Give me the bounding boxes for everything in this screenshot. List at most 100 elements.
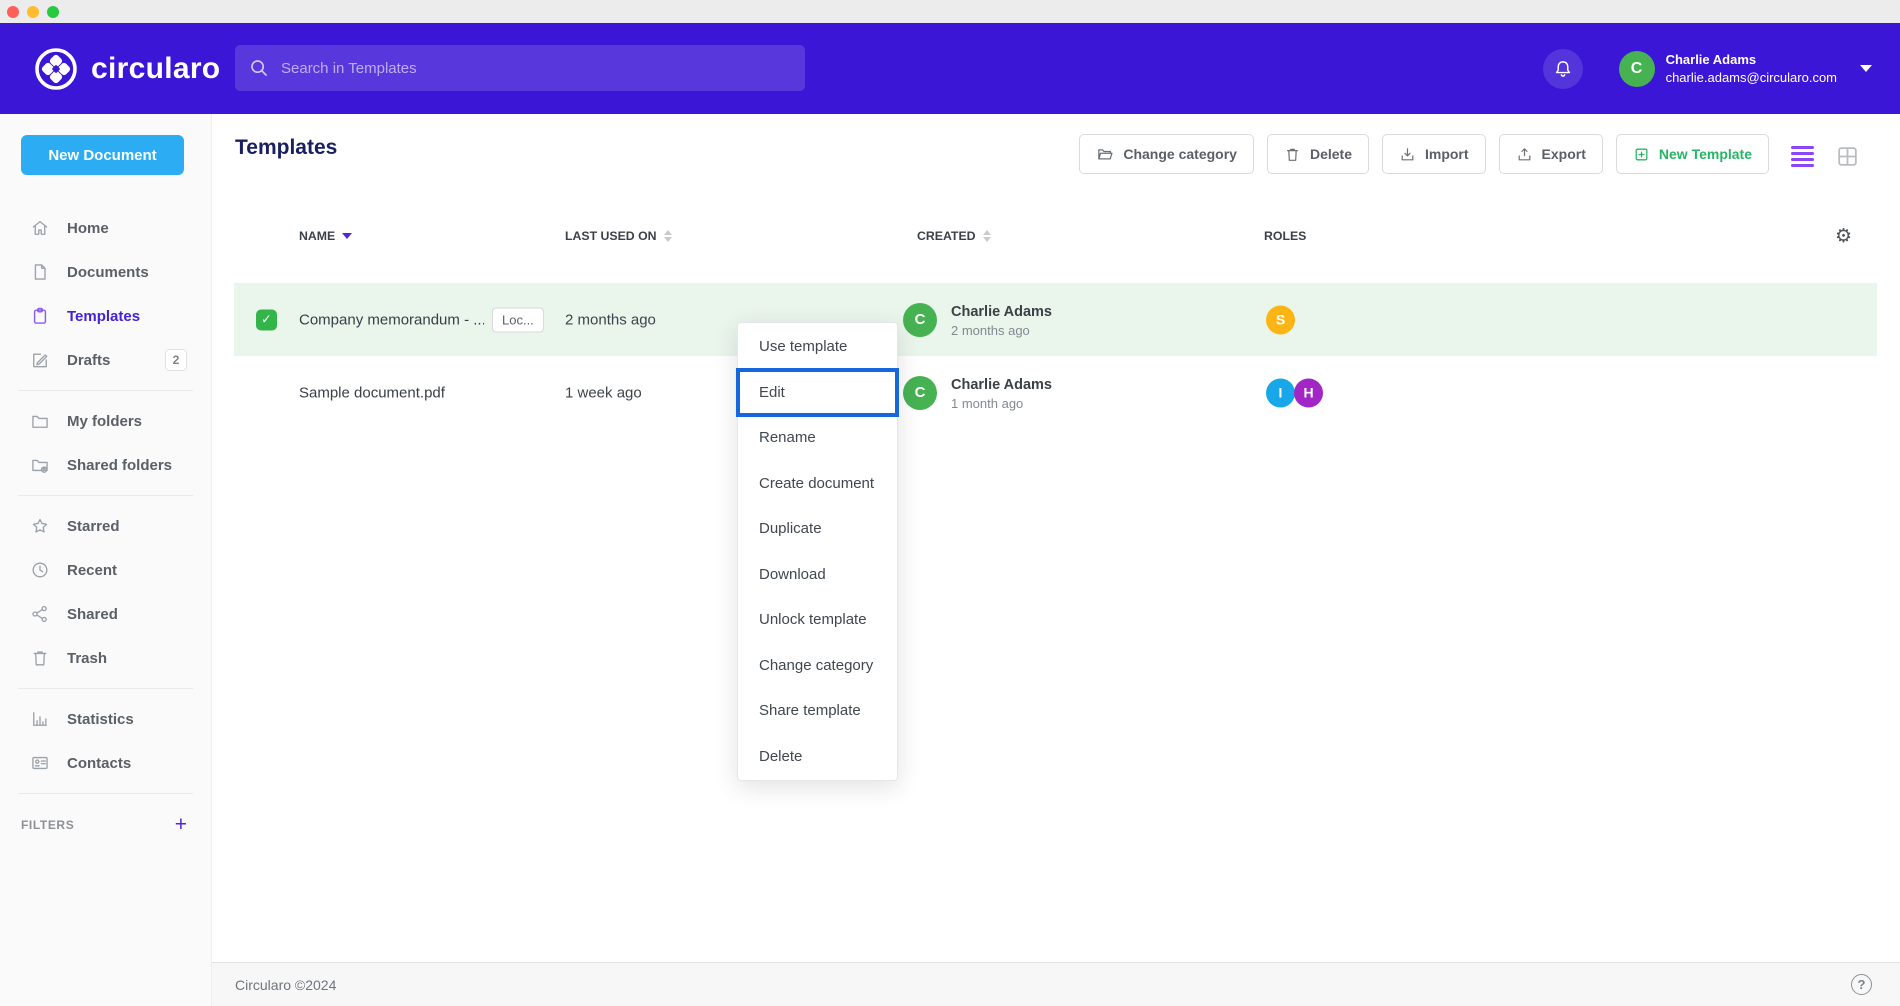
trash-icon <box>1284 146 1301 163</box>
list-view-icon[interactable] <box>1791 146 1814 168</box>
minimize-window-icon[interactable] <box>27 6 39 18</box>
sidebar-divider <box>18 688 193 689</box>
role-badge[interactable]: S <box>1266 305 1295 334</box>
app-header: circularo C Charlie Adams charlie.adams@… <box>0 23 1900 114</box>
template-name[interactable]: Company memorandum - ... <box>299 311 484 328</box>
menu-item-edit[interactable]: Edit <box>738 370 897 416</box>
locked-badge: Loc... <box>492 307 544 332</box>
menu-item-duplicate[interactable]: Duplicate <box>738 506 897 552</box>
created-cell: C Charlie Adams 1 month ago <box>903 374 1052 410</box>
close-window-icon[interactable] <box>7 6 19 18</box>
column-header-last-used[interactable]: LAST USED ON <box>565 229 672 243</box>
page-title: Templates <box>235 136 337 160</box>
filters-section: FILTERS + <box>0 802 211 835</box>
row-checkbox-checked[interactable]: ✓ <box>256 309 277 330</box>
toolbar: Change category Delete Import Export <box>1079 134 1769 174</box>
sidebar-item-label: Starred <box>67 518 120 535</box>
sidebar-item-label: Drafts <box>67 352 110 369</box>
sort-icon <box>983 230 991 242</box>
sidebar-item-label: Shared <box>67 606 118 623</box>
menu-item-unlock-template[interactable]: Unlock template <box>738 597 897 643</box>
grid-view-icon[interactable] <box>1835 144 1860 169</box>
context-menu: Use template Edit Rename Create document… <box>737 322 898 781</box>
template-name[interactable]: Sample document.pdf <box>299 384 445 401</box>
sidebar-item-drafts[interactable]: Drafts 2 <box>0 338 211 382</box>
table-row[interactable]: Sample document.pdf 1 week ago C Charlie… <box>234 356 1877 429</box>
sidebar-item-starred[interactable]: Starred <box>0 504 211 548</box>
sidebar-item-recent[interactable]: Recent <box>0 548 211 592</box>
column-header-name[interactable]: NAME <box>299 229 352 243</box>
new-template-button[interactable]: New Template <box>1616 134 1769 174</box>
role-badge[interactable]: I <box>1266 378 1295 407</box>
sidebar-item-shared[interactable]: Shared <box>0 592 211 636</box>
menu-item-use-template[interactable]: Use template <box>738 324 897 370</box>
sidebar-item-label: Trash <box>67 650 107 667</box>
import-icon <box>1399 146 1416 163</box>
column-settings-gear-icon[interactable]: ⚙ <box>1835 225 1852 247</box>
sidebar-item-documents[interactable]: Documents <box>0 250 211 294</box>
sidebar-item-trash[interactable]: Trash <box>0 636 211 680</box>
created-cell: C Charlie Adams 2 months ago <box>903 301 1052 337</box>
search-icon <box>249 58 269 78</box>
search-bar[interactable] <box>235 45 805 91</box>
roles-cell: I H <box>1266 378 1322 407</box>
circularo-logo-icon <box>34 47 78 91</box>
zoom-window-icon[interactable] <box>47 6 59 18</box>
plus-square-icon <box>1633 146 1650 163</box>
menu-item-create-document[interactable]: Create document <box>738 461 897 507</box>
sidebar: New Document Home Documents Templates <box>0 114 212 1006</box>
creator-avatar: C <box>903 302 937 336</box>
column-header-created[interactable]: CREATED <box>917 229 991 243</box>
sort-icon <box>664 230 672 242</box>
table-row[interactable]: ✓ Company memorandum - ... Loc... 2 mont… <box>234 283 1877 356</box>
add-filter-icon[interactable]: + <box>175 814 187 835</box>
brand-name: circularo <box>91 52 220 86</box>
contact-card-icon <box>30 753 50 773</box>
menu-item-download[interactable]: Download <box>738 552 897 598</box>
menu-item-rename[interactable]: Rename <box>738 415 897 461</box>
last-used-value: 1 week ago <box>565 384 642 401</box>
menu-item-delete[interactable]: Delete <box>738 734 897 780</box>
sidebar-item-contacts[interactable]: Contacts <box>0 741 211 785</box>
created-time: 1 month ago <box>951 396 1052 411</box>
sidebar-item-label: Statistics <box>67 711 134 728</box>
menu-item-share-template[interactable]: Share template <box>738 688 897 734</box>
search-input[interactable] <box>281 60 791 77</box>
footer: Circularo ©2024 ? <box>212 962 1900 1006</box>
template-icon <box>30 306 50 326</box>
column-header-roles: ROLES <box>1264 229 1306 243</box>
sidebar-item-shared-folders[interactable]: Shared folders <box>0 443 211 487</box>
copyright-text: Circularo ©2024 <box>235 977 336 993</box>
brand-logo[interactable]: circularo <box>34 47 220 91</box>
shared-folder-icon <box>30 455 50 475</box>
role-badge[interactable]: H <box>1294 378 1323 407</box>
drafts-count-badge: 2 <box>165 349 187 371</box>
creator-name: Charlie Adams <box>951 374 1052 395</box>
sidebar-item-my-folders[interactable]: My folders <box>0 399 211 443</box>
notifications-button[interactable] <box>1543 49 1583 89</box>
sidebar-divider <box>18 390 193 391</box>
user-email: charlie.adams@circularo.com <box>1666 70 1837 86</box>
sidebar-item-label: Home <box>67 220 109 237</box>
import-button[interactable]: Import <box>1382 134 1486 174</box>
created-time: 2 months ago <box>951 323 1052 338</box>
export-button[interactable]: Export <box>1499 134 1603 174</box>
window-titlebar <box>0 0 1900 23</box>
sidebar-item-statistics[interactable]: Statistics <box>0 697 211 741</box>
menu-item-change-category[interactable]: Change category <box>738 643 897 689</box>
user-menu[interactable]: C Charlie Adams charlie.adams@circularo.… <box>1619 51 1872 87</box>
filters-label: FILTERS <box>21 818 74 832</box>
help-button[interactable]: ? <box>1851 974 1872 995</box>
sidebar-item-label: Recent <box>67 562 117 579</box>
clock-icon <box>30 560 50 580</box>
delete-button[interactable]: Delete <box>1267 134 1369 174</box>
main-content: Templates Change category Delete Import <box>212 114 1900 1006</box>
new-document-button[interactable]: New Document <box>21 135 184 175</box>
sidebar-item-templates[interactable]: Templates <box>0 294 211 338</box>
change-category-button[interactable]: Change category <box>1079 134 1254 174</box>
sidebar-item-home[interactable]: Home <box>0 206 211 250</box>
home-icon <box>30 218 50 238</box>
sidebar-item-label: Documents <box>67 264 149 281</box>
bell-icon <box>1552 58 1574 80</box>
roles-cell: S <box>1266 305 1294 334</box>
